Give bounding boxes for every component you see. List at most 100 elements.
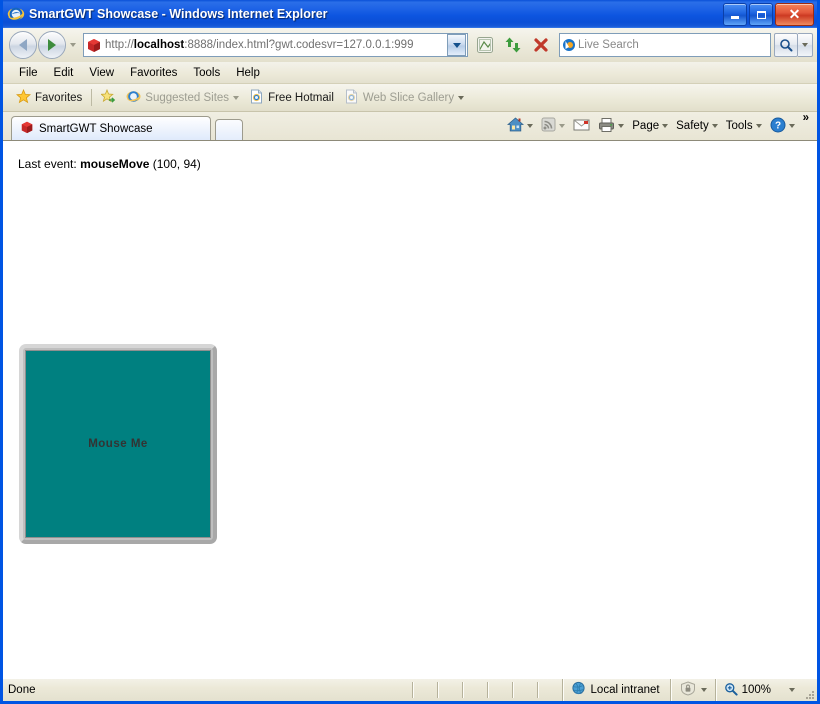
menu-item-file[interactable]: File [11,65,46,81]
favbar-item-web-slice-gallery[interactable]: Web Slice Gallery [339,87,469,109]
last-event-prefix: Last event: [18,157,77,171]
chevron-down-icon [788,124,795,128]
chevron-down-icon [662,124,669,128]
stop-button[interactable] [528,32,554,58]
tools-menu-label: Tools [725,120,753,132]
help-icon: ? [770,117,786,136]
window-controls: ✕ [723,3,814,26]
security-zone-label: Local intranet [590,684,660,696]
new-tab-button[interactable] [215,119,243,140]
status-separator [411,682,413,698]
home-icon [507,116,525,136]
page-icon [249,89,264,107]
mouse-target-label: Mouse Me [88,438,148,450]
favorites-bar: Favorites Suggested Sites Free Hotmail W… [3,84,817,112]
feeds-icon [541,117,556,135]
svg-text:?: ? [775,120,781,131]
address-text[interactable]: http://localhost:8888/index.html?gwt.cod… [105,39,447,51]
add-to-favorites-bar-button[interactable] [96,87,121,109]
favbar-item-free-hotmail[interactable]: Free Hotmail [244,87,339,109]
maximize-button[interactable] [749,3,773,26]
search-input[interactable]: Live Search [578,39,770,51]
protected-mode-icon [679,681,697,699]
forward-button[interactable] [38,31,66,59]
favorites-separator [91,89,93,106]
window-title: SmartGWT Showcase - Windows Internet Exp… [29,7,328,21]
browser-window: SmartGWT Showcase - Windows Internet Exp… [0,0,820,704]
maximize-icon [756,10,766,19]
red-box-icon [86,37,102,53]
menu-item-edit[interactable]: Edit [46,65,82,81]
search-go-button[interactable] [774,33,798,57]
command-bar-overflow-button[interactable]: » [799,112,813,126]
menu-item-view[interactable]: View [81,65,122,81]
print-button[interactable] [594,115,628,138]
address-dropdown-button[interactable] [447,34,466,56]
ie-icon [126,89,141,107]
print-icon [598,117,615,136]
mail-icon [573,118,590,135]
minimize-icon [731,16,739,19]
tab-label: SmartGWT Showcase [39,122,153,135]
protected-mode-indicator[interactable] [669,679,715,701]
menu-item-favorites[interactable]: Favorites [122,65,185,81]
command-bar: Page Safety Tools ? » [503,112,817,140]
chevron-down-icon [711,124,718,128]
menu-bar: File Edit View Favorites Tools Help [3,62,817,84]
chevron-down-icon[interactable] [789,688,795,692]
search-box[interactable]: Live Search [559,33,771,57]
search-options-button[interactable] [798,33,813,57]
status-separator [436,682,438,698]
safety-menu-button[interactable]: Safety [672,118,722,134]
last-event-readout: Last event: mouseMove (100, 94) [18,157,201,171]
bing-icon [560,38,578,52]
favbar-item-label: Web Slice Gallery [362,91,455,104]
client-area: http://localhost:8888/index.html?gwt.cod… [3,28,817,701]
menu-item-tools[interactable]: Tools [185,65,228,81]
arrow-right-icon [48,39,56,51]
chevron-down-icon [70,43,76,47]
feeds-button[interactable] [537,115,569,137]
last-event-coords: (100, 94) [152,157,201,171]
page-menu-label: Page [632,120,660,132]
mouse-target-canvas[interactable]: Mouse Me [19,344,217,544]
chevron-down-icon [458,95,465,100]
recent-pages-button[interactable] [66,43,80,47]
address-bar[interactable]: http://localhost:8888/index.html?gwt.cod… [83,33,468,57]
safety-menu-label: Safety [676,120,709,132]
favbar-item-suggested-sites[interactable]: Suggested Sites [121,87,244,109]
back-button[interactable] [9,31,37,59]
close-button[interactable]: ✕ [775,3,814,26]
refresh-button[interactable] [500,32,526,58]
chevron-down-icon [755,124,762,128]
mouse-target-surface[interactable]: Mouse Me [25,350,211,538]
zoom-icon [724,682,738,699]
minimize-button[interactable] [723,3,747,26]
navigation-bar: http://localhost:8888/index.html?gwt.cod… [3,28,817,62]
favorites-button[interactable]: Favorites [11,87,87,109]
tab-bar: SmartGWT Showcase Page Safety Tools ? » [3,112,817,140]
title-bar: SmartGWT Showcase - Windows Internet Exp… [3,0,817,28]
status-text: Done [8,684,36,696]
status-separator [486,682,488,698]
arrow-left-icon [19,39,27,51]
page-icon [344,89,359,107]
menu-item-help[interactable]: Help [228,65,268,81]
add-star-icon [100,88,116,107]
status-separator [511,682,513,698]
tab-smartgwt-showcase[interactable]: SmartGWT Showcase [11,116,211,140]
status-separator [461,682,463,698]
favbar-item-label: Free Hotmail [268,91,334,104]
chevron-down-icon [559,124,566,128]
chevron-down-icon [802,43,808,47]
page-menu-button[interactable]: Page [628,118,672,134]
close-icon: ✕ [788,5,801,22]
tools-menu-button[interactable]: Tools [722,118,766,134]
security-zone-indicator[interactable]: Local intranet [561,679,670,701]
resize-grip[interactable] [801,678,817,702]
home-button[interactable] [503,114,537,138]
zoom-control[interactable]: 100% [714,679,801,701]
help-menu-button[interactable]: ? [766,115,799,138]
compatibility-view-button[interactable] [472,32,498,58]
mail-button[interactable] [569,116,594,137]
